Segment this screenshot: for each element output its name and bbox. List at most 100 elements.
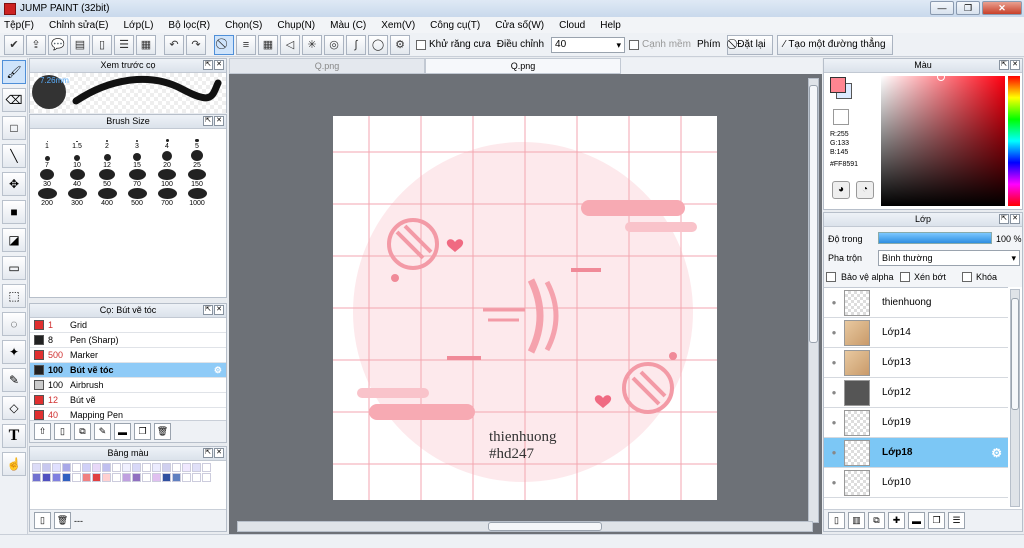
new-brush-icon[interactable]: ▯ — [54, 423, 71, 440]
brush-size-cell[interactable]: 20 — [152, 150, 182, 169]
brush-size-cell[interactable]: 10 — [62, 150, 92, 169]
layer-visibility-icon[interactable]: ● — [824, 478, 844, 487]
layer-visibility-icon[interactable]: ● — [824, 388, 844, 397]
ruler-off-icon[interactable]: ⃠ — [214, 34, 234, 55]
redo-icon[interactable]: ↷ — [186, 34, 206, 55]
palette-swatch[interactable] — [142, 473, 151, 482]
close-icon[interactable]: ✕ — [1010, 60, 1020, 70]
layer-row[interactable]: ● Lớp13 — [824, 348, 1008, 378]
brush-size-cell[interactable]: 4 — [152, 131, 182, 150]
parallel-ruler-icon[interactable]: ≡ — [236, 34, 256, 55]
select-eraser-icon[interactable]: ◇ — [2, 396, 26, 420]
brush-size-cell[interactable]: 300 — [62, 188, 92, 207]
layer-row[interactable]: ● Lớp19 — [824, 408, 1008, 438]
layer-folder-icon[interactable]: ▬ — [908, 512, 925, 529]
vertical-scrollbar[interactable] — [808, 78, 819, 523]
close-icon[interactable]: ✕ — [214, 60, 224, 70]
brush-size-cell[interactable]: 100 — [152, 169, 182, 188]
palette-swatch[interactable] — [192, 463, 201, 472]
palette-swatch[interactable] — [52, 473, 61, 482]
protect-alpha-checkbox[interactable] — [826, 272, 836, 282]
palette-swatch[interactable] — [72, 463, 81, 472]
menu-color[interactable]: Màu (C) — [330, 20, 366, 31]
brush-size-cell[interactable]: 30 — [32, 169, 62, 188]
close-icon[interactable]: ✕ — [214, 305, 224, 315]
document-icon[interactable]: ▯ — [92, 34, 112, 55]
straight-line-button[interactable]: ⁄ Tạo một đường thẳng — [776, 34, 893, 55]
palette-swatch[interactable] — [132, 473, 141, 482]
maximize-button[interactable]: ❐ — [956, 1, 980, 15]
layer-row[interactable]: ● Lớp18 ⚙ — [824, 438, 1008, 468]
brush-size-cell[interactable]: 1000 — [182, 188, 212, 207]
artwork-canvas[interactable]: thienhuong #hd247 — [333, 116, 717, 500]
antialias-checkbox[interactable] — [416, 39, 426, 50]
select-rect-icon[interactable]: ⬚ — [2, 284, 26, 308]
brush-size-cell[interactable]: 700 — [152, 188, 182, 207]
palette-swatch[interactable] — [92, 473, 101, 482]
brush-size-cell[interactable]: 400 — [92, 188, 122, 207]
palette-swatch[interactable] — [162, 473, 171, 482]
radial-icon[interactable]: ✳ — [302, 34, 322, 55]
palette-swatch[interactable] — [182, 463, 191, 472]
brush-list-item[interactable]: 100 Airbrush — [30, 378, 226, 393]
brush-size-cell[interactable]: 40 — [62, 169, 92, 188]
lasso-icon[interactable]: ◌ — [2, 312, 26, 336]
palette-swatch[interactable] — [82, 463, 91, 472]
palette-swatch[interactable] — [112, 473, 121, 482]
foreground-color-swatch[interactable] — [830, 77, 846, 93]
palette-swatch[interactable] — [42, 463, 51, 472]
brush-list-item[interactable]: 12 Bút vẽ — [30, 393, 226, 408]
palette-swatch[interactable] — [192, 473, 201, 482]
concentric-icon[interactable]: ◎ — [324, 34, 344, 55]
menu-cloud[interactable]: Cloud — [559, 20, 585, 31]
brush-size-cell[interactable]: 1.5 — [62, 131, 92, 150]
text-icon[interactable]: T — [2, 424, 26, 448]
minimize-button[interactable]: — — [930, 1, 954, 15]
palette-swatch[interactable] — [32, 463, 41, 472]
palette-swatch[interactable] — [142, 463, 151, 472]
fill-rect-icon[interactable]: ■ — [2, 200, 26, 224]
brush-list-item[interactable]: 500 Marker — [30, 348, 226, 363]
gradient-icon[interactable]: ▭ — [2, 256, 26, 280]
grid-ruler-icon[interactable]: ▦ — [258, 34, 278, 55]
brush-size-cell[interactable]: 3 — [122, 131, 152, 150]
layer-scrollbar[interactable] — [1010, 289, 1020, 507]
clip-checkbox[interactable] — [900, 272, 910, 282]
brush-size-cell[interactable]: 25 — [182, 150, 212, 169]
palette-swatch[interactable] — [62, 463, 71, 472]
settings-icon[interactable]: ⚙ — [390, 34, 410, 55]
palette-swatch[interactable] — [82, 473, 91, 482]
brush-icon[interactable]: 🖌 — [2, 60, 26, 84]
brush-size-cell[interactable]: 7 — [32, 150, 62, 169]
palette-swatch[interactable] — [102, 473, 111, 482]
float-icon[interactable]: ⇱ — [203, 60, 213, 70]
brush-size-cell[interactable]: 1 — [32, 131, 62, 150]
rectangle-icon[interactable]: □ — [2, 116, 26, 140]
undo-icon[interactable]: ↶ — [164, 34, 184, 55]
brush-size-cell[interactable]: 500 — [122, 188, 152, 207]
float-icon[interactable]: ⇱ — [203, 305, 213, 315]
check-icon[interactable]: ✔ — [4, 34, 24, 55]
menu-filter[interactable]: Bộ lọc(R) — [168, 20, 210, 31]
menu-edit[interactable]: Chỉnh sửa(E) — [49, 20, 109, 31]
palette-swatch[interactable] — [202, 463, 211, 472]
menu-select[interactable]: Chọn(S) — [225, 20, 262, 31]
menu-capture[interactable]: Chụp(N) — [277, 20, 315, 31]
layer-visibility-icon[interactable]: ● — [824, 448, 844, 457]
comment-icon[interactable]: 💬 — [48, 34, 68, 55]
upload-icon[interactable]: ⇧ — [34, 423, 51, 440]
list-icon[interactable]: ☰ — [114, 34, 134, 55]
brush-size-cell[interactable]: 12 — [92, 150, 122, 169]
message-icon[interactable]: ▤ — [70, 34, 90, 55]
layer-options-icon[interactable]: ☰ — [948, 512, 965, 529]
select-pen-icon[interactable]: ✎ — [2, 368, 26, 392]
canvas-area[interactable]: Q.png Q.png thienhuong #hd247 — [229, 58, 822, 534]
line-tool-icon[interactable]: ╲ — [2, 144, 26, 168]
float-icon[interactable]: ⇱ — [999, 60, 1009, 70]
brush-list-item[interactable]: 8 Pen (Sharp) — [30, 333, 226, 348]
add-layer-icon[interactable]: ✚ — [888, 512, 905, 529]
brush-size-cell[interactable]: 50 — [92, 169, 122, 188]
adjust-select[interactable]: 40 — [551, 36, 626, 53]
brush-size-cell[interactable]: 200 — [32, 188, 62, 207]
brush-list-item[interactable]: 1 Grid — [30, 318, 226, 333]
